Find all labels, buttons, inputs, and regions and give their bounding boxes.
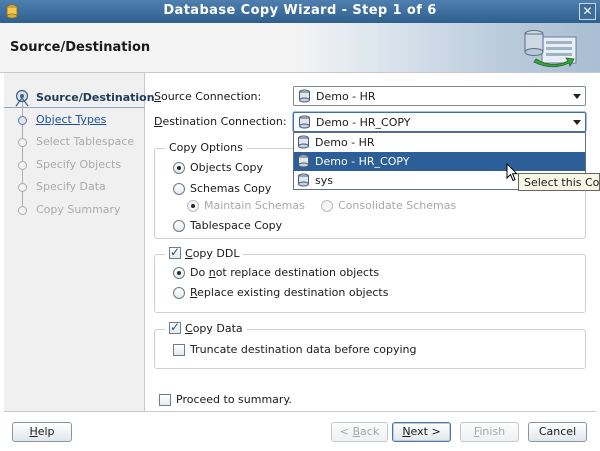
maintain-schemas-radio	[187, 200, 199, 212]
copy-ddl-header: Copy DDL	[165, 245, 244, 260]
copy-options-title: Copy Options	[165, 141, 247, 154]
train-step-label: Specify Data	[36, 180, 106, 193]
train-step-label: Select Tablespace	[36, 135, 135, 148]
schemas-copy-radio[interactable]	[173, 183, 185, 195]
database-icon	[299, 89, 310, 103]
help-button[interactable]: Help	[12, 422, 72, 442]
database-copy-icon	[524, 30, 577, 68]
copy-data-header: Copy Data	[165, 320, 247, 335]
train-step-copy-summary: Copy Summary	[4, 200, 145, 220]
step-dot-icon	[18, 183, 27, 192]
train-step-source-destination[interactable]: Source/Destination	[4, 88, 155, 108]
header-banner	[294, 23, 600, 72]
replace-existing-radio[interactable]	[173, 287, 185, 299]
tablespace-copy-radio[interactable]	[173, 220, 185, 232]
dropdown-option-demo-hr[interactable]: Demo - HR	[294, 133, 585, 152]
objects-copy-label: Objects Copy	[190, 161, 263, 174]
train-step-select-tablespace: Select Tablespace	[4, 132, 145, 152]
cancel-button[interactable]: Cancel	[528, 422, 587, 442]
destination-connection-label: Destination Connection:	[154, 115, 287, 128]
dropdown-option-demo-hr-copy[interactable]: Demo - HR_COPY	[294, 152, 585, 171]
train-step-label: Object Types	[36, 113, 107, 126]
database-icon	[299, 115, 310, 129]
source-connection-select[interactable]: Demo - HR	[293, 86, 586, 106]
dropdown-option-label: Demo - HR_COPY	[315, 155, 410, 168]
wizard-header: Source/Destination	[0, 23, 600, 73]
do-not-replace-radio[interactable]	[173, 267, 185, 279]
maintain-schemas-label: Maintain Schemas	[204, 199, 305, 212]
train-step-specify-objects: Specify Objects	[4, 155, 145, 175]
truncate-destination-label: Truncate destination data before copying	[190, 343, 417, 356]
database-icon	[298, 154, 309, 168]
tooltip: Select this Connection	[518, 173, 600, 191]
tablespace-copy-label: Tablespace Copy	[190, 219, 283, 232]
consolidate-schemas-radio	[321, 200, 333, 212]
replace-existing-label: Replace existing destination objects	[190, 286, 389, 299]
window-title: Database Copy Wizard - Step 1 of 6	[163, 3, 437, 18]
train-step-label: Copy Summary	[36, 203, 121, 216]
truncate-destination-checkbox[interactable]	[173, 344, 185, 356]
schemas-copy-label: Schemas Copy	[190, 182, 272, 195]
mouse-pointer-icon	[506, 163, 518, 182]
copy-ddl-checkbox[interactable]	[169, 245, 181, 259]
tooltip-text: Select this Connection	[524, 176, 600, 189]
objects-copy-radio[interactable]	[173, 162, 185, 174]
close-window-button[interactable]: ✕	[579, 3, 596, 20]
destination-connection-select[interactable]: Demo - HR_COPY	[293, 112, 586, 132]
step-dot-icon	[18, 116, 27, 125]
chevron-down-icon	[573, 94, 581, 99]
database-icon	[298, 135, 309, 149]
destination-connection-value: Demo - HR_COPY	[316, 116, 411, 129]
consolidate-schemas-label: Consolidate Schemas	[338, 199, 457, 212]
finish-button[interactable]: Finish	[460, 422, 519, 442]
do-not-replace-label: Do not replace destination objects	[190, 266, 380, 279]
proceed-to-summary-label: Proceed to summary.	[176, 393, 292, 406]
window-title-bar: Database Copy Wizard - Step 1 of 6 ✕	[0, 0, 600, 23]
copy-ddl-group	[154, 254, 586, 313]
source-connection-label: Source Connection:	[154, 90, 262, 103]
close-icon: ✕	[582, 4, 593, 18]
database-icon	[298, 173, 309, 187]
step-dot-icon	[18, 161, 27, 170]
dropdown-option-label: sys	[315, 174, 333, 187]
footer-divider	[4, 411, 596, 412]
step-dot-icon	[18, 138, 27, 147]
train-step-specify-data: Specify Data	[4, 177, 145, 197]
back-button[interactable]: < Back	[331, 422, 388, 442]
source-connection-value: Demo - HR	[316, 90, 376, 103]
train-step-label: Source/Destination	[36, 91, 155, 104]
next-button[interactable]: Next >	[392, 422, 451, 442]
train-step-object-types[interactable]: Object Types	[4, 110, 145, 130]
proceed-to-summary-checkbox[interactable]	[159, 394, 171, 406]
page-title: Source/Destination	[10, 40, 151, 55]
copy-data-checkbox[interactable]	[169, 320, 181, 334]
step-dot-icon	[18, 206, 27, 215]
dropdown-option-label: Demo - HR	[315, 136, 375, 149]
current-step-icon	[15, 89, 29, 107]
wizard-step-train: Source/Destination Object Types Select T…	[4, 73, 155, 411]
chevron-down-icon	[573, 120, 581, 125]
train-step-label: Specify Objects	[36, 158, 122, 171]
